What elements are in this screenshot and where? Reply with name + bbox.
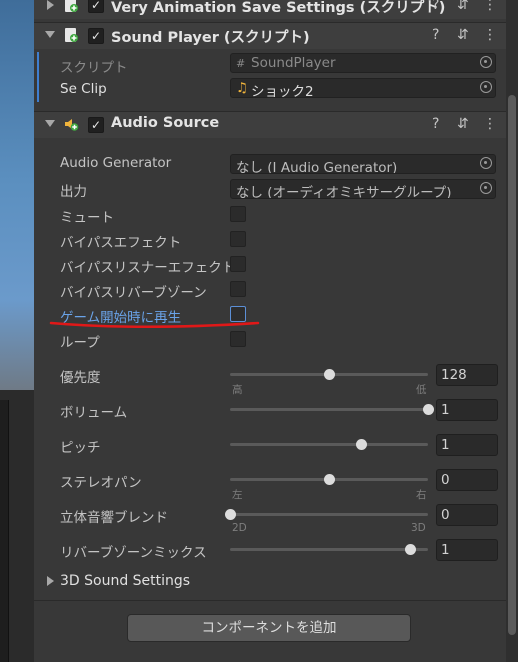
se-clip-label: Se Clip bbox=[60, 81, 107, 97]
foldout-arrow-icon[interactable] bbox=[47, 576, 54, 586]
component-enabled-checkbox[interactable]: ✓ bbox=[88, 28, 104, 44]
loop-label: ループ bbox=[60, 335, 100, 351]
menu-icon[interactable]: ⋮ bbox=[483, 27, 497, 43]
pitch-label: ピッチ bbox=[60, 440, 101, 456]
add-component-button[interactable]: コンポーネントを追加 bbox=[127, 614, 411, 642]
stereo-pan-value-field[interactable]: 0 bbox=[436, 469, 498, 491]
audio-generator-field[interactable]: なし (I Audio Generator) bbox=[230, 154, 496, 174]
bypass-reverb-zones-label: バイパスリバーブゾーン bbox=[60, 285, 207, 301]
component-title: Very Animation Save Settings (スクリプト) bbox=[111, 0, 446, 16]
object-picker-icon[interactable] bbox=[480, 182, 492, 194]
slider-knob[interactable] bbox=[355, 439, 367, 450]
bypass-reverb-zones-checkbox[interactable] bbox=[230, 281, 246, 297]
priority-max-label: 低 bbox=[416, 384, 427, 396]
menu-icon[interactable]: ⋮ bbox=[483, 0, 497, 13]
priority-value-field[interactable]: 128 bbox=[436, 364, 498, 386]
preset-icon[interactable]: ⇵ bbox=[457, 27, 469, 43]
output-field[interactable]: なし (オーディオミキサーグループ) bbox=[230, 179, 496, 199]
audio-source-icon bbox=[65, 119, 79, 131]
audio-clip-icon: ♫ bbox=[236, 80, 249, 96]
stereo-pan-label: ステレオパン bbox=[60, 475, 142, 491]
priority-slider[interactable] bbox=[230, 369, 428, 380]
help-icon[interactable]: ? bbox=[432, 27, 439, 43]
object-picker-icon[interactable] bbox=[480, 56, 492, 68]
volume-label: ボリューム bbox=[60, 405, 128, 421]
se-clip-field[interactable]: ♫ ショック2 bbox=[230, 78, 496, 98]
mute-label: ミュート bbox=[60, 210, 114, 226]
priority-value: 128 bbox=[441, 367, 467, 383]
spatial-blend-max-label: 3D bbox=[411, 522, 426, 534]
reverb-zone-mix-value-field[interactable]: 1 bbox=[436, 539, 498, 561]
script-glyph-icon: # bbox=[236, 57, 246, 70]
volume-slider[interactable] bbox=[230, 404, 434, 415]
3d-sound-settings-foldout[interactable]: 3D Sound Settings bbox=[60, 573, 190, 589]
spatial-blend-value-field[interactable]: 0 bbox=[436, 504, 498, 526]
mute-checkbox[interactable] bbox=[230, 206, 246, 222]
preset-icon[interactable]: ⇵ bbox=[457, 0, 469, 13]
bypass-listener-effects-label: バイパスリスナーエフェクト bbox=[60, 260, 236, 276]
script-component-icon bbox=[65, 28, 78, 42]
help-icon[interactable]: ? bbox=[432, 0, 439, 13]
spatial-blend-slider[interactable] bbox=[225, 509, 428, 520]
slider-knob[interactable] bbox=[225, 509, 236, 520]
divider bbox=[34, 600, 506, 601]
component-header-sound-player[interactable]: ✓ Sound Player (スクリプト) ? ⇵ ⋮ bbox=[34, 22, 506, 49]
spatial-blend-value: 0 bbox=[441, 507, 450, 523]
stereo-pan-slider[interactable] bbox=[230, 474, 428, 485]
side-panel-edge bbox=[0, 400, 9, 662]
help-icon[interactable]: ? bbox=[432, 116, 439, 132]
bypass-listener-effects-checkbox[interactable] bbox=[230, 256, 246, 272]
menu-icon[interactable]: ⋮ bbox=[483, 116, 497, 132]
priority-min-label: 高 bbox=[232, 384, 243, 396]
slider-knob[interactable] bbox=[423, 404, 434, 415]
stereo-pan-value: 0 bbox=[441, 472, 450, 488]
component-enabled-checkbox[interactable]: ✓ bbox=[88, 117, 104, 133]
component-title: Audio Source bbox=[111, 115, 220, 131]
reverb-zone-mix-label: リバーブゾーンミックス bbox=[60, 545, 207, 561]
spatial-blend-min-label: 2D bbox=[232, 522, 247, 534]
loop-checkbox[interactable] bbox=[230, 331, 246, 347]
pitch-value: 1 bbox=[441, 437, 450, 453]
selection-indicator bbox=[37, 52, 39, 102]
scrollbar-thumb[interactable] bbox=[508, 95, 516, 635]
preset-icon[interactable]: ⇵ bbox=[457, 116, 469, 132]
reverb-zone-mix-value: 1 bbox=[441, 542, 450, 558]
script-field[interactable]: # SoundPlayer bbox=[230, 53, 496, 73]
pitch-value-field[interactable]: 1 bbox=[436, 434, 498, 456]
object-picker-icon[interactable] bbox=[480, 157, 492, 169]
pitch-slider[interactable] bbox=[230, 439, 428, 450]
audio-generator-value: なし (I Audio Generator) bbox=[236, 160, 398, 174]
slider-knob[interactable] bbox=[324, 369, 335, 380]
audio-generator-label: Audio Generator bbox=[60, 155, 172, 171]
stereo-pan-max-label: 右 bbox=[416, 489, 427, 501]
priority-label: 優先度 bbox=[60, 370, 101, 386]
output-label: 出力 bbox=[60, 184, 87, 200]
reverb-zone-mix-slider[interactable] bbox=[230, 544, 428, 555]
slider-knob[interactable] bbox=[324, 474, 335, 485]
bypass-effects-label: バイパスエフェクト bbox=[60, 235, 182, 251]
script-label: スクリプト bbox=[60, 60, 128, 76]
foldout-arrow-icon[interactable] bbox=[45, 31, 55, 38]
script-value: SoundPlayer bbox=[251, 55, 336, 71]
foldout-arrow-icon[interactable] bbox=[47, 0, 54, 10]
red-annotation-underline bbox=[49, 321, 260, 328]
output-value: なし (オーディオミキサーグループ) bbox=[236, 185, 452, 199]
script-component-icon bbox=[65, 0, 78, 12]
object-picker-icon[interactable] bbox=[480, 81, 492, 93]
stereo-pan-min-label: 左 bbox=[232, 489, 243, 501]
se-clip-value: ショック2 bbox=[251, 84, 314, 98]
component-title: Sound Player (スクリプト) bbox=[111, 30, 310, 46]
component-header-very-animation[interactable]: ✓ Very Animation Save Settings (スクリプト) ?… bbox=[34, 0, 506, 19]
foldout-arrow-icon[interactable] bbox=[45, 120, 55, 127]
component-enabled-checkbox[interactable]: ✓ bbox=[88, 0, 104, 13]
volume-value: 1 bbox=[441, 402, 450, 418]
bypass-effects-checkbox[interactable] bbox=[230, 231, 246, 247]
component-header-audio-source[interactable]: ✓ Audio Source ? ⇵ ⋮ bbox=[34, 111, 506, 138]
spatial-blend-label: 立体音響ブレンド bbox=[60, 510, 168, 526]
volume-value-field[interactable]: 1 bbox=[436, 399, 498, 421]
